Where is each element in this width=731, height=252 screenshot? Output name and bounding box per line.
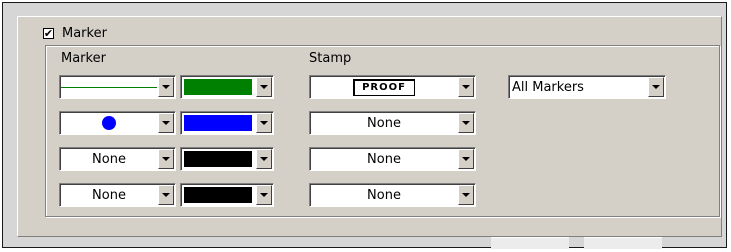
color-swatch: [184, 115, 252, 131]
chevron-down-icon[interactable]: [458, 113, 474, 133]
marker-checkbox-label: Marker: [62, 26, 107, 41]
chevron-down-icon[interactable]: [458, 77, 474, 97]
marker-style-select-3[interactable]: None: [59, 147, 176, 171]
marker-color-select-3[interactable]: [180, 147, 274, 171]
marker-checkbox-row[interactable]: ✔ Marker: [43, 26, 107, 41]
chevron-down-icon[interactable]: [648, 77, 664, 97]
stamp-select-3[interactable]: None: [309, 147, 476, 171]
color-swatch: [184, 187, 252, 203]
stamp-select-4[interactable]: None: [309, 183, 476, 207]
color-swatch: [184, 79, 252, 95]
chevron-down-icon[interactable]: [256, 149, 272, 169]
chevron-down-icon[interactable]: [158, 149, 174, 169]
check-icon: ✔: [43, 27, 54, 40]
marker-style-select-1[interactable]: [59, 75, 176, 99]
marker-color-select-4[interactable]: [180, 183, 274, 207]
marker-dot-sample: [102, 116, 116, 130]
stamp-select-1[interactable]: PROOF: [309, 75, 476, 99]
stamp-column-header: Stamp: [309, 51, 352, 66]
marker-color-select-2[interactable]: [180, 111, 274, 135]
chevron-down-icon[interactable]: [158, 77, 174, 97]
partial-button: [584, 237, 662, 249]
marker-checkbox[interactable]: ✔: [43, 28, 54, 39]
proof-stamp: PROOF: [353, 78, 415, 96]
color-swatch: [184, 151, 252, 167]
marker-color-select-1[interactable]: [180, 75, 274, 99]
marker-style-select-4[interactable]: None: [59, 183, 176, 207]
chevron-down-icon[interactable]: [458, 149, 474, 169]
chevron-down-icon[interactable]: [256, 113, 272, 133]
chevron-down-icon[interactable]: [158, 185, 174, 205]
chevron-down-icon[interactable]: [158, 113, 174, 133]
marker-scope-select[interactable]: All Markers: [508, 75, 666, 99]
stamp-select-2[interactable]: None: [309, 111, 476, 135]
chevron-down-icon[interactable]: [256, 77, 272, 97]
chevron-down-icon[interactable]: [458, 185, 474, 205]
marker-column-header: Marker: [61, 51, 106, 66]
marker-line-sample: [61, 86, 157, 88]
partial-button: [491, 237, 569, 249]
marker-style-select-2[interactable]: [59, 111, 176, 135]
chevron-down-icon[interactable]: [256, 185, 272, 205]
